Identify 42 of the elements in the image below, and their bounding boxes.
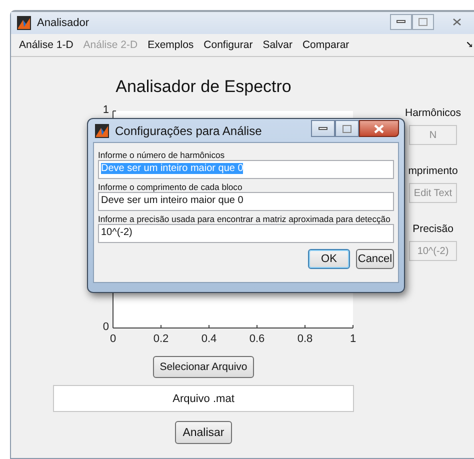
tick-label: 0: [102, 321, 109, 333]
maximize-icon: [342, 124, 352, 132]
dock-arrow-icon[interactable]: [467, 42, 472, 47]
select-file-button[interactable]: Selecionar Arquivo: [152, 356, 254, 378]
input-field[interactable]: 10^(-2): [98, 224, 394, 243]
minimize-icon: [396, 20, 406, 24]
tick-label: 0.2: [153, 333, 169, 345]
close-icon: [374, 124, 384, 133]
menu-item[interactable]: Comparar: [298, 39, 356, 51]
tick-label: 0.6: [249, 333, 265, 345]
field-label: Harmônicos: [404, 107, 462, 121]
menu-item[interactable]: Análise 1-D: [15, 39, 80, 51]
minimize-icon: [318, 126, 328, 130]
input-field[interactable]: Deve ser um inteiro maior que 0: [98, 192, 394, 211]
dialog-title: Configurações para Análise: [115, 124, 263, 138]
window-title: Analisador: [37, 17, 90, 29]
tick-label: 1: [102, 104, 109, 116]
file-name-field[interactable]: Arquivo .mat: [53, 385, 354, 412]
close-button[interactable]: [359, 120, 399, 137]
tick-label: 0.4: [201, 333, 217, 345]
menu-item[interactable]: Configurar: [200, 39, 259, 51]
field-label: Informe o número de harmônicos: [98, 150, 226, 160]
tick-label: 0.8: [297, 333, 313, 345]
menu-item[interactable]: Salvar: [258, 39, 298, 51]
close-icon: [452, 18, 462, 26]
minimize-button[interactable]: [311, 120, 335, 137]
analyze-button[interactable]: Analisar: [174, 421, 232, 444]
field-label: mprimento: [408, 165, 458, 179]
field-label: Precisão: [412, 223, 454, 237]
minimize-button[interactable]: [390, 14, 412, 30]
maximize-icon: [418, 18, 428, 26]
tick-label: 1: [350, 333, 356, 345]
field-label: Informe o comprimento de cada bloco: [98, 182, 244, 192]
menu-item[interactable]: Exemplos: [144, 39, 200, 51]
cancel-button[interactable]: Cancel: [356, 249, 394, 269]
app-logo-icon: [95, 124, 109, 138]
ok-button[interactable]: OK: [308, 249, 350, 269]
maximize-button[interactable]: [335, 120, 359, 137]
tick-label: 0: [110, 333, 116, 345]
field-label: Informe a precisão usada para encontrar a matriz aproximada para detecção: [98, 214, 392, 224]
heading: Analisador de Espectro: [116, 77, 292, 98]
app-logo-icon: [17, 16, 31, 30]
